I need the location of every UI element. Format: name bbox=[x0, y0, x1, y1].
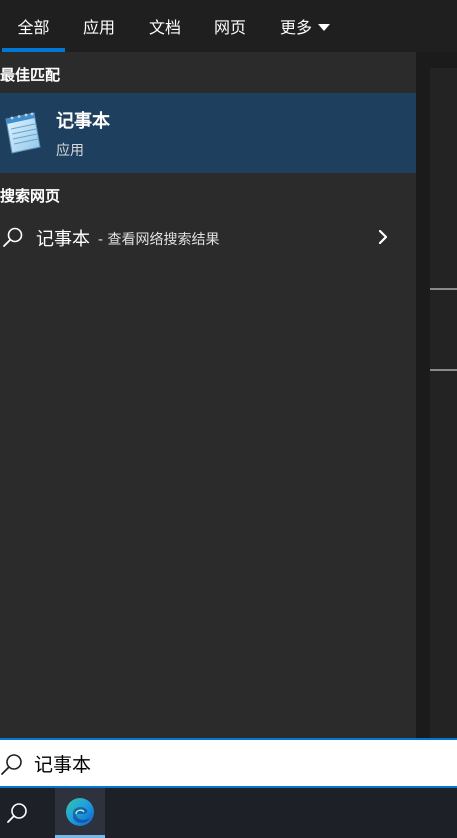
tab-label: 网页 bbox=[213, 18, 246, 37]
tab-documents[interactable]: 文档 bbox=[136, 0, 194, 52]
app-name: 记事本 bbox=[56, 111, 110, 132]
edge-icon bbox=[66, 798, 94, 826]
best-match-result[interactable]: 记事本 应用 bbox=[0, 93, 416, 173]
search-icon bbox=[3, 227, 23, 247]
preview-divider bbox=[430, 288, 457, 290]
web-query-text: 记事本 bbox=[36, 229, 90, 250]
search-start-panel: 全部 应用 文档 网页 更多 最佳匹配 记事本 应用 搜索网页 记事本 - 查看… bbox=[0, 0, 457, 838]
web-search-hint: - 查看网络搜索结果 bbox=[98, 232, 220, 248]
tab-more[interactable]: 更多 bbox=[270, 0, 340, 52]
filter-tabs: 全部 应用 文档 网页 更多 bbox=[0, 0, 457, 52]
taskbar-edge-button[interactable] bbox=[55, 788, 105, 838]
best-match-heading: 最佳匹配 bbox=[0, 66, 61, 84]
tab-label: 文档 bbox=[148, 18, 181, 37]
taskbar bbox=[0, 788, 457, 838]
tab-label: 应用 bbox=[82, 18, 115, 37]
search-icon bbox=[1, 754, 22, 775]
search-results: 最佳匹配 记事本 应用 搜索网页 记事本 - 查看网络搜索结果 bbox=[0, 52, 416, 738]
preview-divider bbox=[430, 369, 457, 371]
preview-card bbox=[430, 68, 457, 738]
tab-all[interactable]: 全部 bbox=[2, 0, 65, 52]
search-bar bbox=[0, 738, 457, 788]
search-input[interactable] bbox=[34, 748, 434, 778]
search-icon[interactable] bbox=[4, 800, 30, 826]
caret-down-icon bbox=[318, 23, 330, 31]
app-type: 应用 bbox=[56, 143, 84, 159]
web-search-heading: 搜索网页 bbox=[0, 187, 61, 205]
tab-label: 全部 bbox=[17, 18, 50, 37]
chevron-right-icon bbox=[378, 229, 388, 245]
tab-label: 更多 bbox=[279, 18, 312, 37]
tab-web[interactable]: 网页 bbox=[201, 0, 259, 52]
web-search-result[interactable]: 记事本 - 查看网络搜索结果 bbox=[0, 216, 416, 258]
notepad-icon bbox=[5, 112, 41, 154]
tab-apps[interactable]: 应用 bbox=[70, 0, 128, 52]
